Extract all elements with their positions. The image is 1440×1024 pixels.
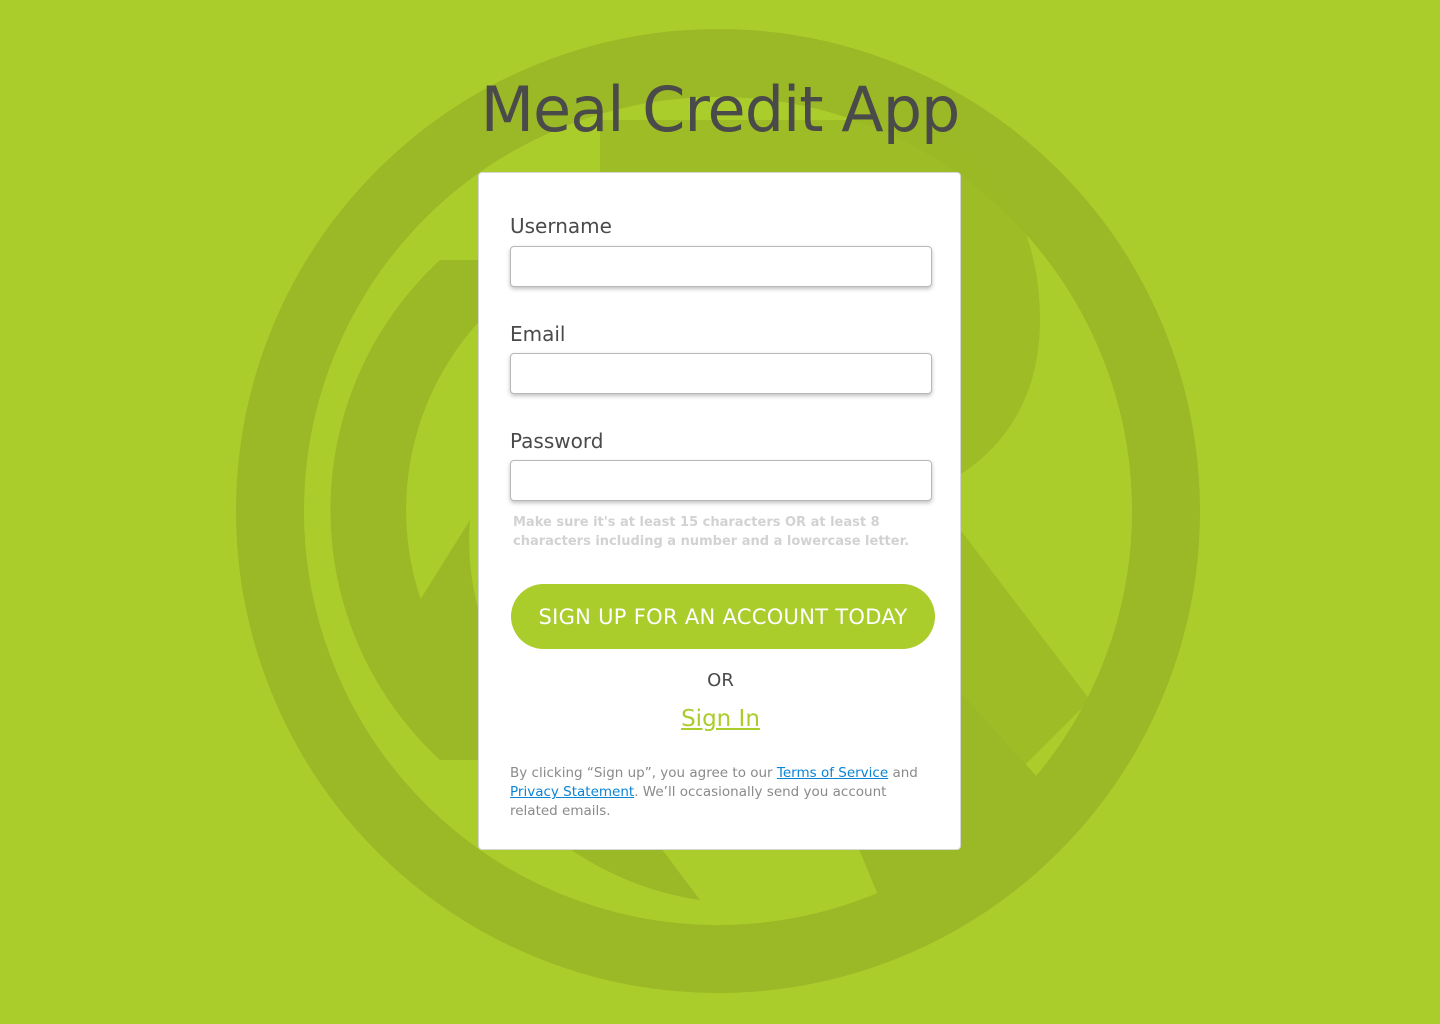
password-input[interactable] [510,460,932,501]
password-hint: Make sure it's at least 15 characters OR… [513,515,910,549]
signup-card: Username Email Password Make sure it's a… [478,172,961,850]
signin-link[interactable]: Sign In [479,706,962,732]
legal-notice: By clicking “Sign up”, you agree to our … [510,764,935,821]
privacy-statement-link[interactable]: Privacy Statement [510,784,634,800]
app-title: Meal Credit App [480,73,961,146]
signup-button[interactable]: SIGN UP FOR AN ACCOUNT TODAY [511,584,935,649]
legal-and: and [888,765,918,781]
username-input[interactable] [510,246,932,287]
email-label: Email [510,322,566,346]
username-label: Username [510,214,612,238]
legal-prefix: By clicking “Sign up”, you agree to our [510,765,777,781]
password-label: Password [510,429,604,453]
or-divider: OR [707,670,734,691]
terms-of-service-link[interactable]: Terms of Service [777,765,888,781]
email-input[interactable] [510,353,932,394]
